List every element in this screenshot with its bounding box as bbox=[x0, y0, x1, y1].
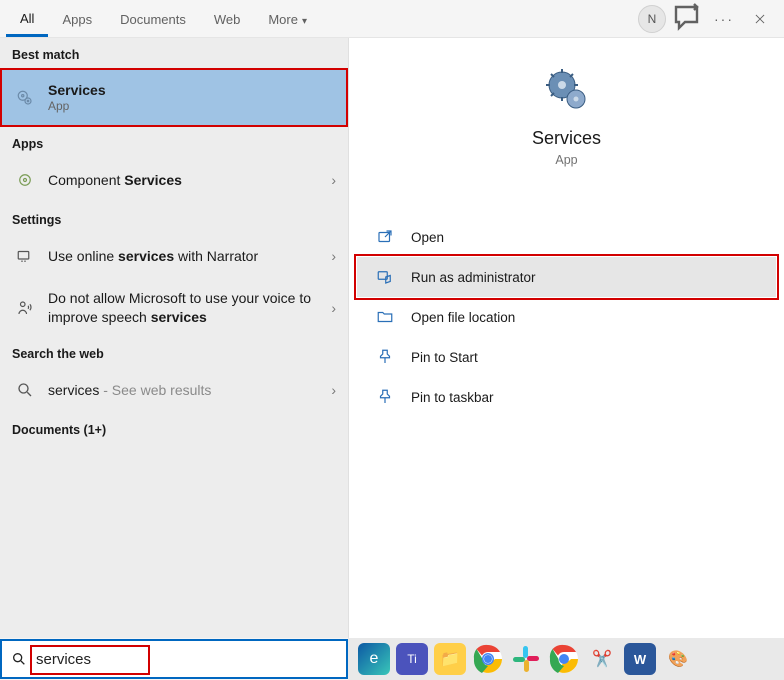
tab-more[interactable]: More ▾ bbox=[254, 2, 321, 35]
detail-actions: Open Run as administrator Open file loca… bbox=[349, 207, 784, 427]
chevron-down-icon: ▾ bbox=[302, 16, 307, 27]
result-best-match-services[interactable]: Services App bbox=[0, 68, 348, 127]
close-button[interactable] bbox=[742, 1, 778, 37]
taskbar-teams-icon[interactable]: Ti bbox=[396, 643, 428, 675]
action-open-file-location[interactable]: Open file location bbox=[357, 297, 776, 337]
results-panel: Best match Services App Apps Compon bbox=[0, 38, 348, 638]
chevron-right-icon: › bbox=[331, 248, 336, 264]
result-narrator-services[interactable]: Use online services with Narrator › bbox=[0, 233, 348, 279]
bottom-bar: e Ti 📁 ✂️ W 🎨 bbox=[0, 638, 784, 680]
result-title: Do not allow Microsoft to use your voice… bbox=[48, 289, 331, 327]
tab-web[interactable]: Web bbox=[200, 2, 255, 35]
component-services-icon bbox=[12, 167, 38, 193]
action-label: Pin to taskbar bbox=[411, 390, 494, 405]
result-subtitle: App bbox=[48, 99, 336, 113]
chevron-right-icon: › bbox=[331, 300, 336, 316]
result-title: Services bbox=[48, 82, 336, 98]
result-title: services - See web results bbox=[48, 382, 331, 398]
taskbar: e Ti 📁 ✂️ W 🎨 bbox=[348, 638, 784, 680]
speech-icon bbox=[12, 295, 38, 321]
taskbar-slack-icon[interactable] bbox=[510, 643, 542, 675]
chevron-right-icon: › bbox=[331, 172, 336, 188]
filter-tabs: All Apps Documents Web More ▾ N ··· bbox=[0, 0, 784, 38]
taskbar-explorer-icon[interactable]: 📁 bbox=[434, 643, 466, 675]
search-icon bbox=[2, 651, 36, 667]
detail-hero: Services App bbox=[349, 38, 784, 177]
pin-icon bbox=[373, 385, 397, 409]
action-label: Run as administrator bbox=[411, 270, 536, 285]
action-label: Open file location bbox=[411, 310, 515, 325]
action-pin-to-taskbar[interactable]: Pin to taskbar bbox=[357, 377, 776, 417]
tab-apps[interactable]: Apps bbox=[48, 2, 106, 35]
taskbar-snip-icon[interactable]: ✂️ bbox=[586, 643, 618, 675]
action-label: Open bbox=[411, 230, 444, 245]
tab-documents[interactable]: Documents bbox=[106, 2, 200, 35]
services-large-icon bbox=[543, 66, 591, 114]
section-apps: Apps bbox=[0, 127, 348, 157]
result-title: Use online services with Narrator bbox=[48, 248, 331, 264]
folder-icon bbox=[373, 305, 397, 329]
start-search-window: All Apps Documents Web More ▾ N ··· Best … bbox=[0, 0, 784, 680]
taskbar-chrome2-icon[interactable] bbox=[548, 643, 580, 675]
account-avatar[interactable]: N bbox=[634, 1, 670, 37]
section-best-match: Best match bbox=[0, 38, 348, 68]
action-run-as-admin[interactable]: Run as administrator bbox=[357, 257, 776, 297]
search-input[interactable] bbox=[36, 651, 346, 668]
narrator-icon bbox=[12, 243, 38, 269]
tab-more-label: More bbox=[268, 12, 298, 27]
action-open[interactable]: Open bbox=[357, 217, 776, 257]
taskbar-edge-icon[interactable]: e bbox=[358, 643, 390, 675]
detail-subtitle: App bbox=[555, 153, 577, 167]
search-body: Best match Services App Apps Compon bbox=[0, 38, 784, 638]
detail-title: Services bbox=[532, 128, 601, 149]
feedback-icon[interactable] bbox=[670, 1, 706, 37]
result-web-services[interactable]: services - See web results › bbox=[0, 367, 348, 413]
result-speech-services[interactable]: Do not allow Microsoft to use your voice… bbox=[0, 279, 348, 337]
search-box[interactable] bbox=[0, 639, 348, 679]
services-icon bbox=[12, 85, 38, 111]
taskbar-chrome-icon[interactable] bbox=[472, 643, 504, 675]
open-icon bbox=[373, 225, 397, 249]
section-documents: Documents (1+) bbox=[0, 413, 348, 443]
result-component-services[interactable]: Component Services › bbox=[0, 157, 348, 203]
action-pin-to-start[interactable]: Pin to Start bbox=[357, 337, 776, 377]
taskbar-paint-icon[interactable]: 🎨 bbox=[662, 643, 694, 675]
chevron-right-icon: › bbox=[331, 382, 336, 398]
more-options-icon[interactable]: ··· bbox=[706, 1, 742, 37]
section-settings: Settings bbox=[0, 203, 348, 233]
search-icon bbox=[12, 377, 38, 403]
section-web: Search the web bbox=[0, 337, 348, 367]
detail-panel: Services App Open Run as administrator O… bbox=[348, 38, 784, 638]
tab-all[interactable]: All bbox=[6, 1, 48, 37]
result-title: Component Services bbox=[48, 172, 331, 188]
admin-icon bbox=[373, 265, 397, 289]
taskbar-word-icon[interactable]: W bbox=[624, 643, 656, 675]
pin-icon bbox=[373, 345, 397, 369]
avatar-initial: N bbox=[638, 5, 666, 33]
action-label: Pin to Start bbox=[411, 350, 478, 365]
